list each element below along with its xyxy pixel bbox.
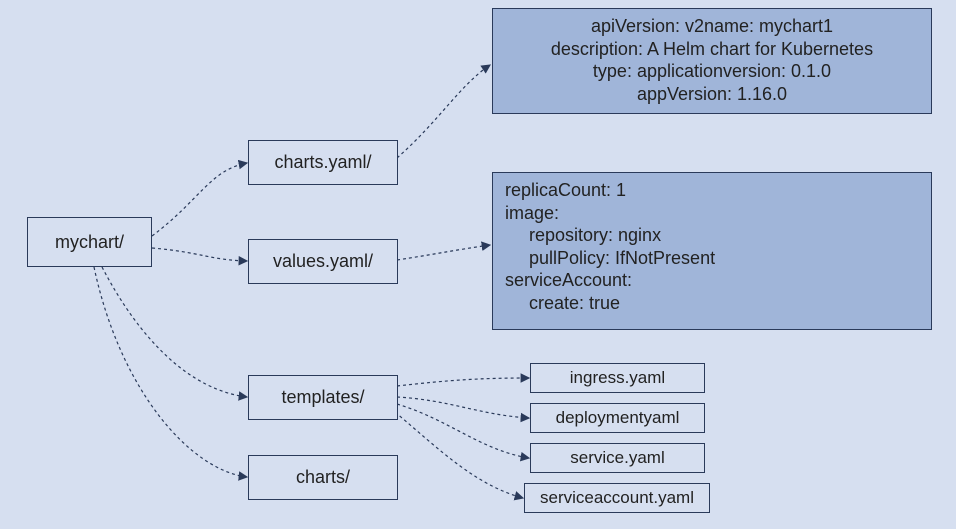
node-values-yaml: values.yaml/ (248, 239, 398, 284)
text-line: replicaCount: 1 (505, 179, 919, 202)
node-ingress-yaml: ingress.yaml (530, 363, 705, 393)
panel-charts-yaml-content: apiVersion: v2name: mychart1 description… (492, 8, 932, 114)
node-label: service.yaml (570, 448, 664, 468)
node-deployment-yaml: deploymentyaml (530, 403, 705, 433)
text-line: pullPolicy: IfNotPresent (505, 247, 919, 270)
node-serviceaccount-yaml: serviceaccount.yaml (524, 483, 710, 513)
node-mychart: mychart/ (27, 217, 152, 267)
text-line: type: applicationversion: 0.1.0 (505, 60, 919, 83)
text-line: apiVersion: v2name: mychart1 (505, 15, 919, 38)
node-label: charts/ (296, 467, 350, 488)
node-label: charts.yaml/ (274, 152, 371, 173)
text-line: appVersion: 1.16.0 (505, 83, 919, 106)
node-service-yaml: service.yaml (530, 443, 705, 473)
node-label: values.yaml/ (273, 251, 373, 272)
node-label: serviceaccount.yaml (540, 488, 694, 508)
node-label: deploymentyaml (556, 408, 680, 428)
node-label: mychart/ (55, 232, 124, 253)
text-line: serviceAccount: (505, 269, 919, 292)
text-line: description: A Helm chart for Kubernetes (505, 38, 919, 61)
panel-values-yaml-content: replicaCount: 1 image: repository: nginx… (492, 172, 932, 330)
node-charts-yaml: charts.yaml/ (248, 140, 398, 185)
text-line: image: (505, 202, 919, 225)
text-line: repository: nginx (505, 224, 919, 247)
node-label: templates/ (281, 387, 364, 408)
node-templates: templates/ (248, 375, 398, 420)
node-charts: charts/ (248, 455, 398, 500)
text-line: create: true (505, 292, 919, 315)
node-label: ingress.yaml (570, 368, 665, 388)
